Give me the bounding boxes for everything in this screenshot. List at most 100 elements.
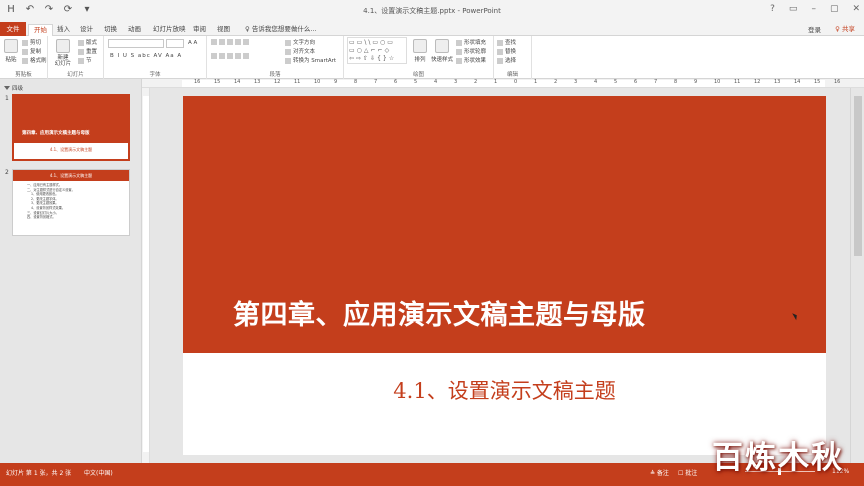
ruler-tick-label: 10 — [714, 79, 721, 85]
title-bar: H ↶ ↷ ⟳ ▾ 4.1、设置演示文稿主题.pptx - PowerPoint… — [0, 0, 864, 22]
ruler-tick-label: 2 — [474, 79, 478, 85]
slide-thumbnail-2[interactable]: 4.1、设置演示文稿主题 一、应用已有主题样式。 二、对主题样式进行自定义设置。… — [12, 169, 130, 236]
ruler-tick-label: 14 — [794, 79, 801, 85]
align-buttons[interactable] — [211, 53, 251, 60]
convert-smartart-button[interactable]: 转换为 SmartArt — [285, 56, 336, 64]
ruler-tick-label: 1 — [534, 79, 538, 85]
font-format-buttons[interactable]: B I U S abc AV Aa A — [110, 53, 182, 59]
quick-styles-button[interactable]: 快速样式 — [430, 39, 454, 63]
align-text-button[interactable]: 对齐文本 — [285, 47, 315, 55]
ruler-tick-label: 7 — [654, 79, 658, 85]
format-painter-button[interactable]: 格式刷 — [22, 56, 47, 64]
ruler-tick-label: 10 — [314, 79, 321, 85]
scrollbar-thumb[interactable] — [854, 96, 862, 256]
tab-slideshow[interactable]: 幻灯片放映 — [148, 24, 191, 36]
tab-animations[interactable]: 动画 — [123, 24, 146, 36]
ruler-tick-label: 16 — [834, 79, 841, 85]
group-font: A A B I U S abc AV Aa A 字体 — [104, 36, 207, 79]
ruler-tick-label: 4 — [594, 79, 598, 85]
text-direction-button[interactable]: 文字方向 — [285, 38, 315, 46]
tab-file[interactable]: 文件 — [0, 22, 26, 36]
paste-button[interactable]: 粘贴 — [2, 39, 20, 63]
ruler-tick-label: 0 — [514, 79, 518, 85]
section-icon — [78, 57, 84, 64]
line-spacing-icon — [243, 39, 249, 45]
collapse-triangle-icon — [4, 86, 10, 90]
layout-icon — [78, 39, 84, 46]
vertical-ruler — [142, 88, 150, 463]
ribbon-display-icon[interactable]: ▭ — [789, 4, 798, 14]
slide-subtitle[interactable]: 4.1、设置演示文稿主题 — [183, 375, 826, 405]
tab-insert[interactable]: 插入 — [52, 24, 75, 36]
ruler-tick-label: 3 — [574, 79, 578, 85]
ruler-tick-label: 5 — [414, 79, 418, 85]
ruler-tick-label: 15 — [214, 79, 221, 85]
current-slide[interactable]: 第四章、应用演示文稿主题与母版 4.1、设置演示文稿主题 — [183, 96, 826, 455]
new-slide-button[interactable]: 新建 幻灯片 — [54, 39, 72, 67]
copy-icon — [22, 48, 28, 55]
ruler-tick-label: 5 — [614, 79, 618, 85]
scissors-icon — [22, 39, 28, 46]
columns-icon — [243, 53, 249, 59]
copy-button[interactable]: 复制 — [22, 47, 41, 55]
shape-outline-button[interactable]: 形状轮廓 — [456, 47, 486, 55]
tab-transitions[interactable]: 切换 — [99, 24, 122, 36]
comments-button[interactable]: ☐ 批注 — [678, 468, 697, 477]
group-clipboard: 粘贴 剪切 复制 格式刷 剪贴板 — [0, 36, 48, 79]
ribbon-home: 粘贴 剪切 复制 格式刷 剪贴板 新建 幻灯片 版式 重置 节 幻灯片 A A … — [0, 36, 864, 79]
tab-design[interactable]: 设计 — [75, 24, 98, 36]
slide-thumbnail-1[interactable]: 第四章、应用演示文稿主题与母版 4.1、设置演示文稿主题 — [12, 94, 130, 161]
tab-home[interactable]: 开始 — [28, 24, 53, 36]
tab-view[interactable]: 视图 — [212, 24, 235, 36]
font-size-combo[interactable] — [166, 39, 184, 48]
window-title: 4.1、设置演示文稿主题.pptx - PowerPoint — [363, 7, 501, 15]
layout-button[interactable]: 版式 — [78, 38, 97, 46]
numbering-icon — [219, 39, 225, 45]
vertical-scrollbar[interactable] — [850, 88, 864, 463]
ruler-tick-label: 11 — [734, 79, 741, 85]
tab-review[interactable]: 审阅 — [188, 24, 211, 36]
group-slides: 新建 幻灯片 版式 重置 节 幻灯片 — [48, 36, 104, 79]
shape-effects-button[interactable]: 形状效果 — [456, 56, 486, 64]
maximize-icon[interactable]: ▢ — [830, 4, 839, 14]
arrange-button[interactable]: 排列 — [411, 39, 429, 63]
find-icon — [497, 39, 503, 46]
ruler-tick-label: 14 — [234, 79, 241, 85]
replace-button[interactable]: 替换 — [497, 47, 516, 55]
find-button[interactable]: 查找 — [497, 38, 516, 46]
thumb-subtitle: 4.1、设置演示文稿主题 — [49, 147, 93, 152]
help-icon[interactable]: ? — [770, 4, 775, 14]
section-header[interactable]: 四级 — [4, 84, 23, 92]
align-left-icon — [211, 53, 217, 59]
list-buttons[interactable] — [211, 39, 251, 46]
select-button[interactable]: 选择 — [497, 56, 516, 64]
cut-button[interactable]: 剪切 — [22, 38, 41, 46]
font-name-combo[interactable] — [108, 39, 164, 48]
font-grow-shrink[interactable]: A A — [188, 40, 197, 46]
slide-counter: 幻灯片 第 1 张，共 2 张 — [6, 470, 72, 477]
tell-me-search[interactable]: ♀ 告诉我您想要做什么... — [240, 24, 322, 36]
outdent-icon — [235, 39, 241, 45]
reset-icon — [78, 48, 84, 55]
ruler-tick-label: 6 — [634, 79, 638, 85]
text-direction-icon — [285, 39, 291, 46]
close-icon[interactable]: ✕ — [852, 4, 860, 14]
reset-button[interactable]: 重置 — [78, 47, 97, 55]
group-drawing: ▭▭\\▭○▭ ▭○△⌐⌐◇ ⇦⇨⇧⇩{}☆ 排列 快速样式 形状填充 形状轮廓… — [344, 36, 494, 79]
ruler-tick-label: 2 — [554, 79, 558, 85]
ruler-tick-label: 8 — [674, 79, 678, 85]
align-center-icon — [219, 53, 225, 59]
notes-button[interactable]: ≜ 备注 — [650, 468, 669, 477]
language-indicator[interactable]: 中文(中国) — [84, 468, 113, 477]
ruler-tick-label: 9 — [694, 79, 698, 85]
shape-fill-button[interactable]: 形状填充 — [456, 38, 486, 46]
shapes-gallery[interactable]: ▭▭\\▭○▭ ▭○△⌐⌐◇ ⇦⇨⇧⇩{}☆ — [347, 37, 407, 64]
slide-title[interactable]: 第四章、应用演示文稿主题与母版 — [233, 293, 646, 332]
window-controls: ? ▭ – ▢ ✕ — [770, 4, 860, 14]
quick-styles-icon — [435, 39, 449, 53]
share-button[interactable]: ♀ 共享 — [830, 24, 860, 36]
horizontal-ruler: 16 15 14 13 12 11 10 9 8 7 6 5 4 3 2 1 0 1 2 3 4 5 6 7 8 9 10 11 12 1… — [142, 79, 864, 88]
section-button[interactable]: 节 — [78, 56, 92, 64]
minimize-icon[interactable]: – — [811, 4, 816, 14]
align-right-icon — [227, 53, 233, 59]
